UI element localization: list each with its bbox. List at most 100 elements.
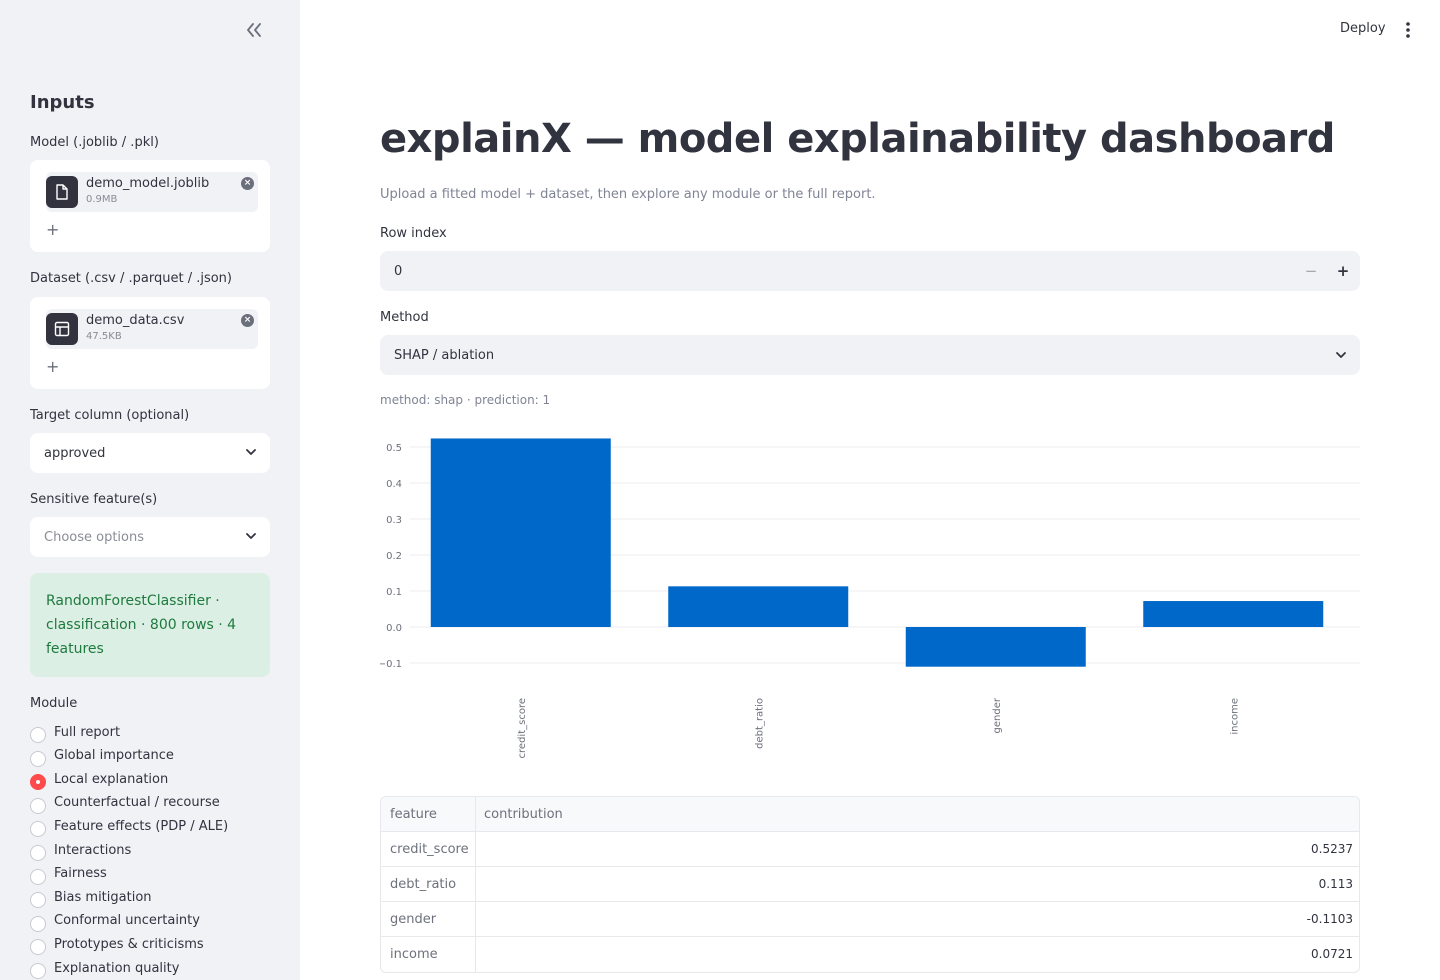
sensitive-features-label: Sensitive feature(s) bbox=[30, 492, 158, 507]
target-column-select[interactable]: approved bbox=[30, 433, 270, 473]
table-row: credit_score 0.5237 bbox=[381, 832, 1359, 867]
model-upload-label: Model (.joblib / .pkl) bbox=[30, 135, 159, 150]
method-caption: method: shap · prediction: 1 bbox=[380, 393, 551, 407]
decrement-button[interactable]: − bbox=[1295, 251, 1327, 291]
method-select[interactable]: SHAP / ablation bbox=[380, 335, 1360, 375]
feature-cell[interactable]: debt_ratio bbox=[381, 867, 476, 902]
dataset-file-size: 47.5KB bbox=[86, 331, 122, 342]
module-option[interactable]: Full report bbox=[30, 722, 121, 743]
bar-income[interactable] bbox=[1143, 601, 1324, 627]
x-tick-label: gender bbox=[992, 697, 1003, 733]
table-row: income 0.0721 bbox=[381, 937, 1359, 972]
module-option-label: Feature effects (PDP / ALE) bbox=[54, 818, 229, 834]
page-subtitle: Upload a fitted model + dataset, then ex… bbox=[380, 187, 876, 202]
y-tick-label: 0.0 bbox=[386, 623, 402, 634]
model-file-size: 0.9MB bbox=[86, 194, 118, 205]
increment-button[interactable]: + bbox=[1327, 251, 1359, 291]
dataset-file-name: demo_data.csv bbox=[86, 313, 185, 328]
sensitive-features-multiselect[interactable]: Choose options bbox=[30, 517, 270, 557]
bar-debt_ratio[interactable] bbox=[668, 586, 849, 627]
method-label: Method bbox=[380, 310, 429, 325]
module-option-label: Bias mitigation bbox=[54, 889, 152, 905]
module-option-label: Local explanation bbox=[54, 771, 169, 787]
module-option-label: Fairness bbox=[54, 866, 107, 882]
chevron-down-icon bbox=[246, 533, 256, 539]
main-menu-icon[interactable] bbox=[1400, 20, 1416, 40]
file-icon bbox=[46, 176, 78, 208]
contribution-cell[interactable]: 0.0721 bbox=[476, 937, 1359, 972]
module-option[interactable]: Explanation quality bbox=[30, 958, 180, 979]
row-index-number-input: − + bbox=[380, 251, 1360, 291]
add-file-button[interactable]: + bbox=[46, 220, 59, 239]
radio-unchecked-icon[interactable] bbox=[30, 868, 46, 885]
model-info-box: RandomForestClassifier · classification … bbox=[30, 573, 270, 677]
dataset-upload-label: Dataset (.csv / .parquet / .json) bbox=[30, 271, 232, 286]
module-option[interactable]: Prototypes & criticisms bbox=[30, 934, 204, 956]
radio-unchecked-icon[interactable] bbox=[30, 845, 46, 861]
x-tick-label: debt_ratio bbox=[754, 698, 765, 749]
table-row: debt_ratio 0.113 bbox=[381, 867, 1359, 902]
model-uploader[interactable]: demo_model.joblib 0.9MB × + bbox=[30, 160, 270, 252]
target-column-value: approved bbox=[44, 445, 106, 461]
sensitive-features-placeholder: Choose options bbox=[44, 529, 145, 545]
feature-cell[interactable]: income bbox=[381, 937, 476, 972]
dataset-uploader[interactable]: demo_data.csv 47.5KB × + bbox=[30, 297, 270, 389]
radio-unchecked-icon[interactable] bbox=[30, 892, 46, 909]
y-tick-label: 0.3 bbox=[386, 515, 402, 526]
deploy-button[interactable]: Deploy bbox=[1340, 21, 1386, 36]
column-header-feature[interactable]: feature bbox=[381, 797, 476, 832]
contribution-table: feature contribution credit_score 0.5237 d… bbox=[380, 796, 1360, 973]
module-label: Module bbox=[30, 696, 78, 711]
remove-file-icon[interactable]: × bbox=[241, 177, 254, 190]
radio-unchecked-icon[interactable] bbox=[30, 821, 46, 838]
radio-unchecked-icon[interactable] bbox=[30, 797, 46, 814]
add-file-button[interactable]: + bbox=[46, 357, 59, 376]
module-option[interactable]: Conformal uncertainty bbox=[30, 911, 200, 932]
module-option-label: Counterfactual / recourse bbox=[54, 795, 220, 811]
contribution-cell[interactable]: -0.1103 bbox=[476, 902, 1359, 937]
x-tick-label: income bbox=[1229, 698, 1240, 735]
feature-cell[interactable]: gender bbox=[381, 902, 476, 937]
module-option[interactable]: Local explanation bbox=[30, 769, 169, 791]
feature-cell[interactable]: credit_score bbox=[381, 832, 476, 867]
module-option[interactable]: Global importance bbox=[30, 746, 174, 767]
radio-unchecked-icon[interactable] bbox=[30, 915, 46, 932]
bar-credit_score[interactable] bbox=[430, 438, 611, 627]
module-option-label: Full report bbox=[54, 724, 121, 740]
column-header-contribution[interactable]: contribution bbox=[476, 797, 1359, 832]
module-option-label: Interactions bbox=[54, 842, 132, 858]
radio-unchecked-icon[interactable] bbox=[30, 727, 46, 743]
model-file-name: demo_model.joblib bbox=[86, 176, 210, 191]
model-file-chip: demo_model.joblib 0.9MB × bbox=[46, 172, 258, 212]
module-option-label: Global importance bbox=[54, 748, 174, 764]
module-option-label: Prototypes & criticisms bbox=[54, 936, 204, 952]
remove-file-icon[interactable]: × bbox=[241, 314, 254, 327]
row-index-label: Row index bbox=[380, 226, 447, 241]
x-tick-label: credit_score bbox=[517, 698, 528, 758]
module-option[interactable]: Fairness bbox=[30, 864, 107, 885]
module-option[interactable]: Feature effects (PDP / ALE) bbox=[30, 816, 229, 838]
module-option[interactable]: Counterfactual / recourse bbox=[30, 793, 220, 814]
row-index-field[interactable] bbox=[380, 251, 1295, 291]
y-tick-label: −0.1 bbox=[380, 659, 402, 670]
module-option-label: Conformal uncertainty bbox=[54, 913, 200, 929]
contribution-cell[interactable]: 0.113 bbox=[476, 867, 1359, 902]
bar-gender[interactable] bbox=[905, 627, 1086, 667]
chevron-down-icon bbox=[1336, 352, 1346, 358]
module-option[interactable]: Interactions bbox=[30, 840, 132, 861]
sidebar-heading: Inputs bbox=[30, 92, 95, 113]
contribution-cell[interactable]: 0.5237 bbox=[476, 832, 1359, 867]
target-column-label: Target column (optional) bbox=[30, 408, 190, 423]
radio-unchecked-icon[interactable] bbox=[30, 963, 46, 979]
contribution-bar-chart: −0.1 0.0 0.1 0.2 0.3 0.4 0.5 credit_score debt_r… bbox=[380, 438, 1360, 758]
module-option[interactable]: Bias mitigation bbox=[30, 887, 152, 909]
table-row: gender -0.1103 bbox=[381, 902, 1359, 937]
module-option-label: Explanation quality bbox=[54, 960, 180, 976]
dataset-file-chip: demo_data.csv 47.5KB × bbox=[46, 309, 258, 349]
radio-checked-icon[interactable] bbox=[30, 774, 46, 791]
y-tick-label: 0.2 bbox=[386, 551, 402, 562]
radio-unchecked-icon[interactable] bbox=[30, 750, 46, 767]
method-value: SHAP / ablation bbox=[394, 347, 495, 363]
collapse-sidebar-icon[interactable] bbox=[243, 19, 265, 41]
radio-unchecked-icon[interactable] bbox=[30, 939, 46, 956]
